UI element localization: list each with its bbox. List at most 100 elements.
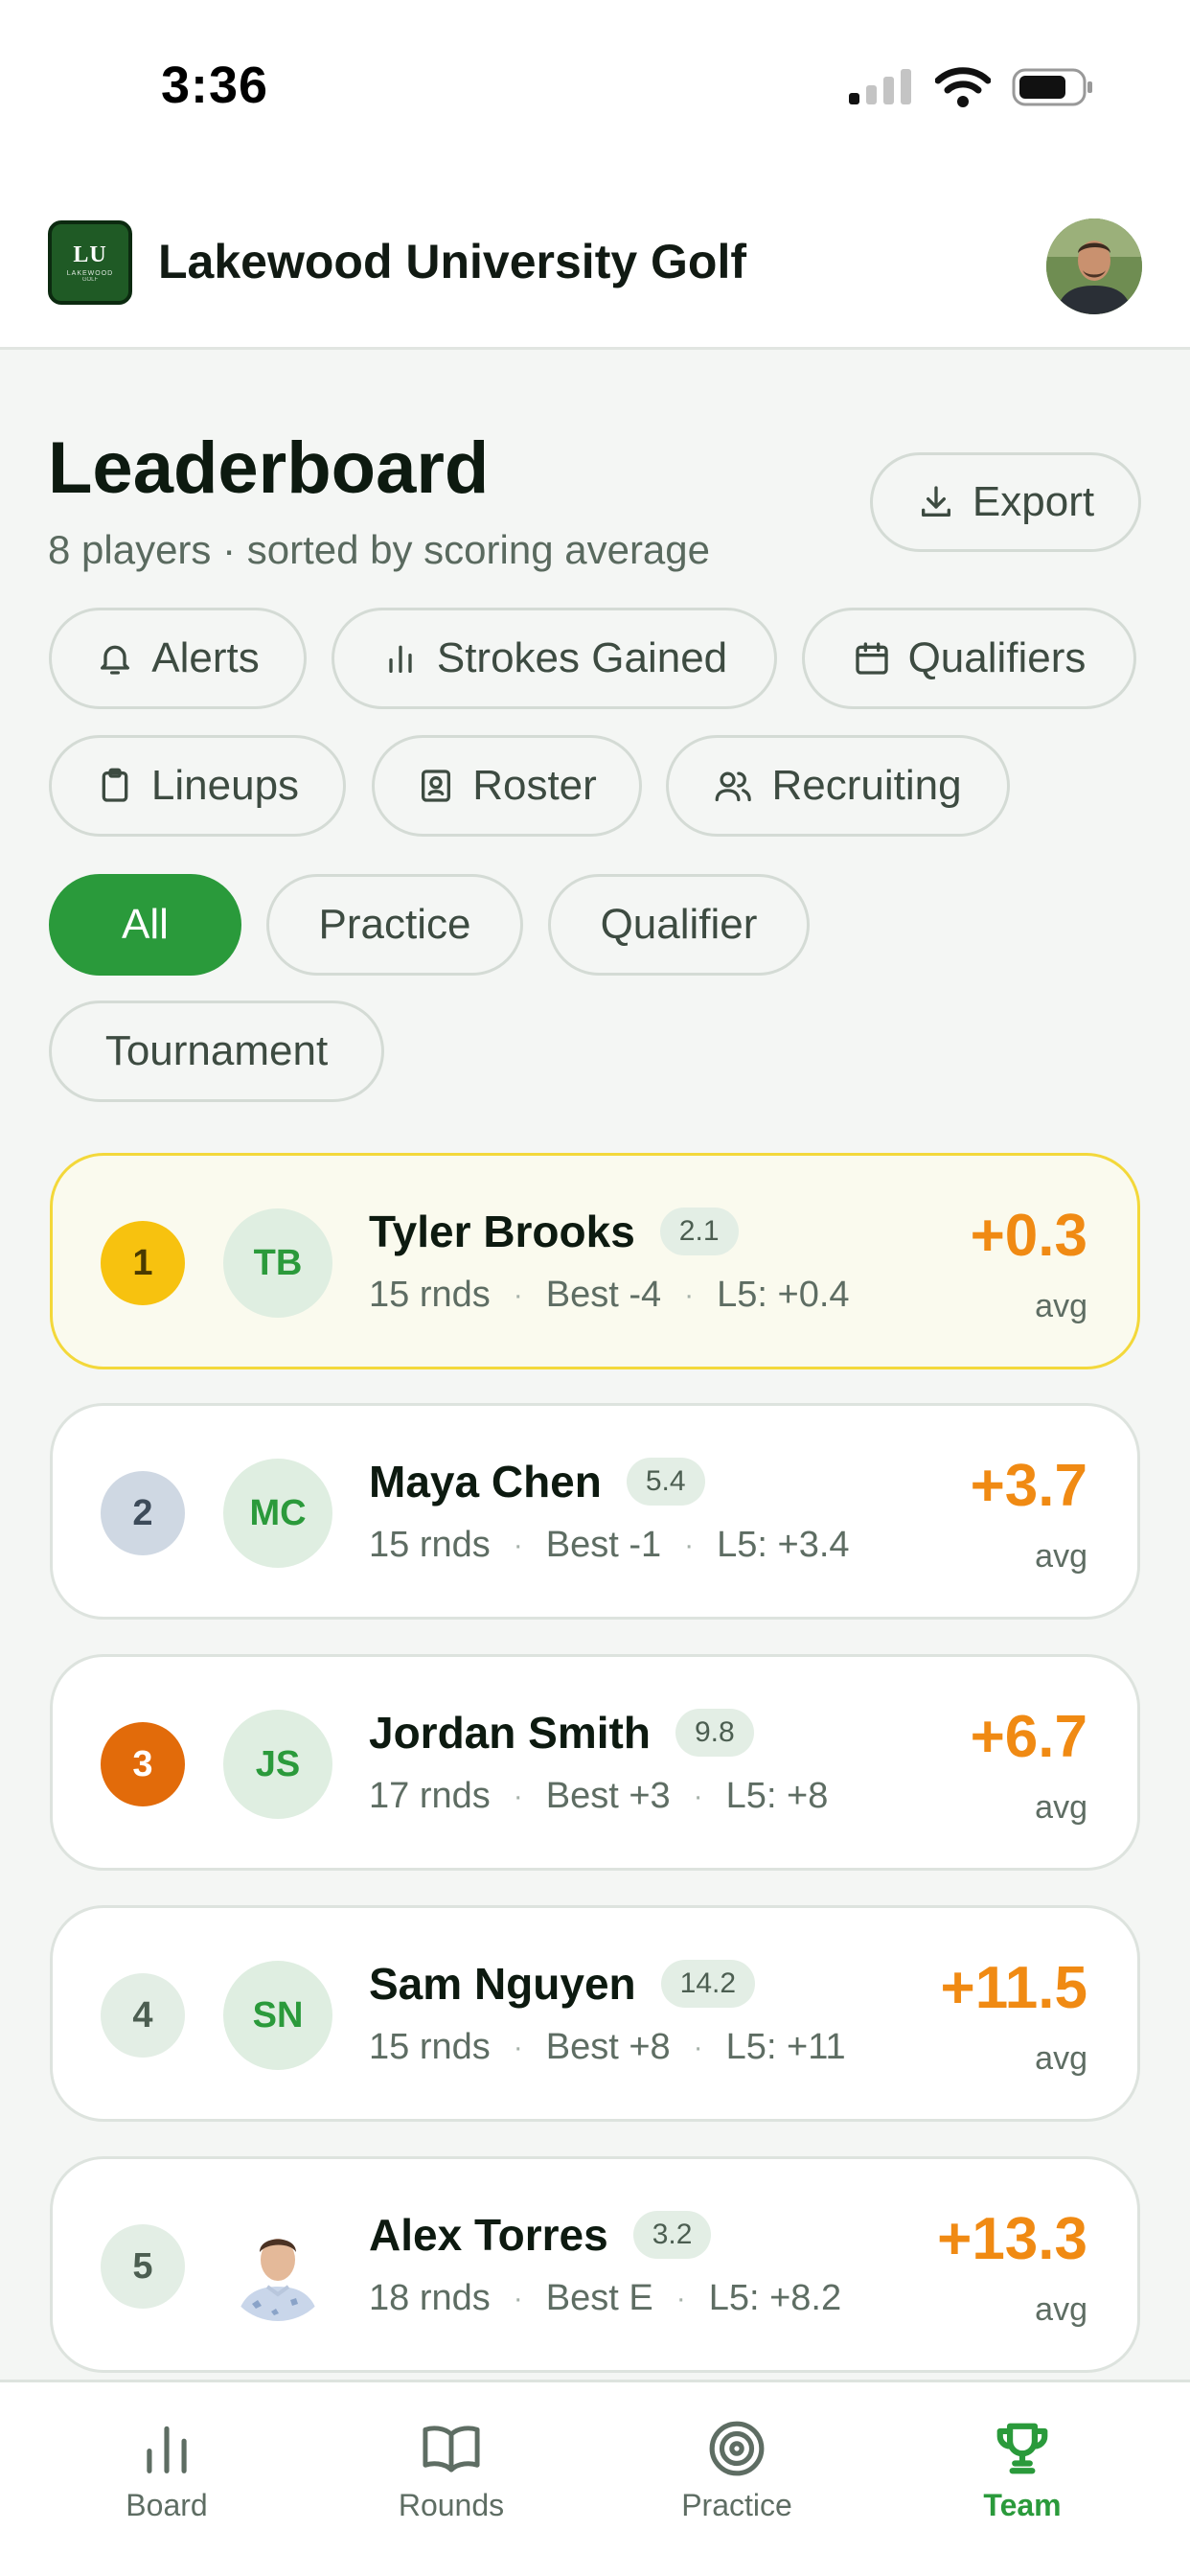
player-name-row: Jordan Smith 9.8 [369,1707,754,1759]
player-name: Tyler Brooks [369,1207,635,1256]
separator: · [513,1529,523,1561]
avg-label: avg [1035,1538,1087,1575]
clipboard-icon [102,768,128,802]
roster-chip[interactable]: Roster [372,735,642,837]
bell-icon [101,645,130,675]
id-card-icon [422,770,451,802]
app-title: Lakewood University Golf [158,235,747,288]
last-five: L5: +8 [725,1776,829,1816]
separator: · [684,1278,695,1311]
separator: · [693,1780,703,1812]
player-name: Jordan Smith [369,1708,651,1758]
wifi-icon [935,67,991,107]
player-name: Maya Chen [369,1457,602,1506]
nav-practice-label: Practice [681,2488,792,2522]
best-score: Best -4 [545,1275,662,1315]
scoring-average: +11.5 [940,1955,1087,2021]
player-stats: 17 rnds · Best +3 · L5: +8 [369,1776,828,1817]
book-icon [423,2426,480,2472]
player-name: Alex Torres [369,2210,608,2260]
target-icon [709,2421,765,2476]
calendar-icon [855,642,888,675]
alerts-label: Alerts [151,634,260,681]
qualifiers-chip[interactable]: Qualifiers [802,608,1136,709]
rounds-count: 15 rnds [369,1525,491,1565]
separator: · [513,1780,523,1812]
nav-rounds[interactable]: Rounds [355,2419,547,2523]
player-name-row: Sam Nguyen 14.2 [369,1958,756,2010]
qualifiers-label: Qualifiers [907,634,1087,681]
app-header: LU LAKEWOOD GOLF Lakewood University Gol… [0,182,1190,350]
filter-tournament[interactable]: Tournament [49,1000,384,1102]
page-subtitle: 8 players · sorted by scoring average [48,527,711,572]
player-card[interactable]: 3 JS Jordan Smith 9.8 17 rnds · Best +3 … [50,1654,1140,1871]
player-photo-icon [223,2212,332,2321]
nav-team[interactable]: Team [927,2419,1118,2523]
export-button[interactable]: Export [870,452,1141,552]
filter-practice[interactable]: Practice [266,874,523,976]
best-score: Best E [545,2278,653,2318]
download-icon [921,486,950,517]
nav-practice[interactable]: Practice [641,2419,833,2523]
rank-badge: 5 [101,2224,185,2309]
strokes-gained-chip[interactable]: Strokes Gained [332,608,777,709]
scoring-average: +6.7 [970,1704,1087,1770]
battery-icon [1012,68,1092,106]
player-stats: 15 rnds · Best -4 · L5: +0.4 [369,1275,850,1316]
rank-badge: 1 [101,1221,185,1305]
player-name-row: Alex Torres 3.2 [369,2209,712,2261]
handicap-badge: 9.8 [675,1709,754,1757]
rank-badge: 3 [101,1722,185,1806]
handicap-badge: 3.2 [632,2211,712,2259]
trophy-icon [996,2423,1048,2474]
separator: · [684,1529,695,1561]
logo-subtext-2: GOLF [81,277,99,283]
status-bar: 3:36 [0,0,1190,182]
scoring-average: +0.3 [970,1203,1087,1269]
player-avatar [223,2212,332,2321]
rounds-count: 18 rnds [369,2278,491,2318]
profile-photo-icon [1046,218,1142,314]
avg-label: avg [1035,1789,1087,1826]
nav-board[interactable]: Board [71,2419,263,2523]
separator: · [693,2031,703,2063]
player-avatar: JS [223,1710,332,1819]
rank-badge: 2 [101,1471,185,1555]
handicap-badge: 14.2 [660,1960,756,2008]
team-logo: LU LAKEWOOD GOLF [48,220,132,305]
cellular-signal-icon [849,69,911,104]
nav-board-label: Board [126,2488,208,2522]
player-card[interactable]: 4 SN Sam Nguyen 14.2 15 rnds · Best +8 ·… [50,1905,1140,2122]
status-time: 3:36 [161,57,269,114]
rounds-count: 15 rnds [369,1275,491,1315]
alerts-chip[interactable]: Alerts [49,608,307,709]
export-label: Export [972,478,1095,525]
recruiting-label: Recruiting [771,762,962,809]
player-card[interactable]: 1 TB Tyler Brooks 2.1 15 rnds · Best -4 … [50,1153,1140,1369]
users-icon [716,771,752,802]
separator: · [513,1278,523,1311]
handicap-badge: 2.1 [659,1208,739,1255]
filter-qualifier[interactable]: Qualifier [548,874,810,976]
player-card[interactable]: 2 MC Maya Chen 5.4 15 rnds · Best -1 · L… [50,1403,1140,1620]
avg-label: avg [1035,1288,1087,1324]
player-stats: 15 rnds · Best +8 · L5: +11 [369,2027,846,2068]
player-stats: 15 rnds · Best -1 · L5: +3.4 [369,1525,850,1566]
lineups-chip[interactable]: Lineups [49,735,346,837]
player-card[interactable]: 5 Alex Torres 3.2 18 rnds · Best E · L5:… [50,2156,1140,2373]
recruiting-chip[interactable]: Recruiting [666,735,1010,837]
nav-team-label: Team [983,2488,1062,2522]
bottom-nav: Board Rounds Practice Team [0,2380,1190,2576]
strokes-gained-label: Strokes Gained [436,634,728,681]
lineups-label: Lineups [150,762,300,809]
rounds-count: 15 rnds [369,2027,491,2067]
bar-chart-icon [147,2426,187,2473]
player-avatar: SN [223,1961,332,2070]
player-avatar: TB [223,1208,332,1318]
profile-avatar[interactable] [1046,218,1142,314]
rank-badge: 4 [101,1973,185,2058]
rounds-count: 17 rnds [369,1776,491,1816]
filter-all[interactable]: All [49,874,241,976]
separator: · [513,2031,523,2063]
scoring-average: +3.7 [970,1453,1087,1519]
